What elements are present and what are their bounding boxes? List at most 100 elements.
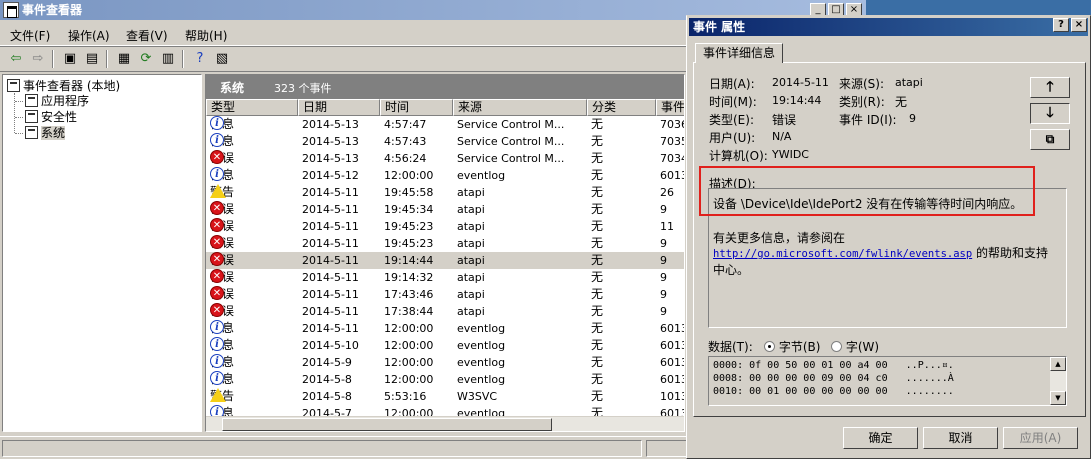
time-cell: 5:53:16 <box>384 390 427 403</box>
table-row[interactable]: i信息 2014-5-13 4:57:47 Service Control M... 无… <box>206 116 684 133</box>
error-icon: ✕ <box>210 269 224 283</box>
category-cell: 无 <box>591 134 604 148</box>
event-rows: i信息 2014-5-13 4:57:47 Service Control M... 无… <box>206 116 684 418</box>
date-cell: 2014-5-10 <box>302 339 359 352</box>
date-cell: 2014-5-11 <box>302 305 359 318</box>
log-icon <box>25 110 38 123</box>
help-icon[interactable]: ? <box>190 50 210 68</box>
tab-event-details[interactable]: 事件详细信息 <box>695 43 783 63</box>
event-cell: 1013 <box>660 390 684 403</box>
tree-item-system[interactable]: 系统 <box>25 125 66 141</box>
list-header: 系统 323 个事件 <box>206 75 684 99</box>
help-text: http://go.microsoft.com/fwlink/events.as… <box>713 246 1049 277</box>
ok-button[interactable]: 确定 <box>843 427 918 449</box>
table-row[interactable]: ✕错误 2014-5-11 17:38:44 atapi 无 9 <box>206 303 684 320</box>
radio-icon <box>764 341 775 352</box>
type-cell: i信息 <box>210 133 296 150</box>
table-row[interactable]: i信息 2014-5-10 12:00:00 eventlog 无 6013 <box>206 337 684 354</box>
time-cell: 4:57:43 <box>384 135 427 148</box>
show-tree-icon[interactable]: ▤ <box>82 50 102 68</box>
scroll-down-icon[interactable]: ▼ <box>1050 391 1066 405</box>
type-cell: ! 警告 <box>210 388 296 405</box>
bytes-radio[interactable]: 字节(B) <box>764 338 820 355</box>
apply-button[interactable]: 应用(A) <box>1003 427 1078 449</box>
table-row[interactable]: ✕错误 2014-5-11 19:45:23 atapi 无 11 <box>206 218 684 235</box>
type-cell: i信息 <box>210 167 296 184</box>
cancel-button[interactable]: 取消 <box>923 427 998 449</box>
scrollbar-thumb[interactable] <box>222 418 552 431</box>
info-icon: i <box>210 167 224 181</box>
table-row[interactable]: ! 警告 2014-5-11 19:45:58 atapi 无 26 <box>206 184 684 201</box>
tree-connector <box>15 101 23 102</box>
source-cell: eventlog <box>457 339 506 352</box>
date-value: 2014-5-11 <box>772 76 829 89</box>
data-scrollbar[interactable]: ▲ ▼ <box>1050 357 1066 405</box>
refresh-icon[interactable]: ⟳ <box>136 50 156 68</box>
type-cell: ✕错误 <box>210 252 296 269</box>
dialog-help-button[interactable]: ? <box>1053 18 1069 32</box>
forward-arrow-icon[interactable]: ⇨ <box>28 50 48 68</box>
event-cell: 11 <box>660 220 674 233</box>
table-row[interactable]: ✕错误 2014-5-11 19:45:23 atapi 无 9 <box>206 235 684 252</box>
event-cell: 9 <box>660 254 667 267</box>
error-icon: ✕ <box>210 252 224 266</box>
source-cell: eventlog <box>457 169 506 182</box>
data-box[interactable]: 0000: 0f 00 50 00 01 00 a4 00 ..P...¤. 0… <box>708 356 1067 406</box>
up-folder-icon[interactable]: ▣ <box>60 50 80 68</box>
menu-help[interactable]: 帮助(H) <box>185 27 227 44</box>
table-row[interactable]: i信息 2014-5-9 12:00:00 eventlog 无 6013 <box>206 354 684 371</box>
scroll-up-icon[interactable]: ▲ <box>1050 357 1066 371</box>
previous-event-button[interactable]: 🡑 <box>1030 77 1070 98</box>
column-header-type[interactable]: 类型 <box>206 99 298 116</box>
menu-view[interactable]: 查看(V) <box>126 27 168 44</box>
table-row[interactable]: ✕错误 2014-5-11 19:14:44 atapi 无 9 <box>206 252 684 269</box>
column-header-source[interactable]: 来源 <box>453 99 587 116</box>
horizontal-scrollbar[interactable] <box>206 416 684 431</box>
toolbar-separator <box>106 50 108 68</box>
source-cell: atapi <box>457 271 485 284</box>
column-header-time[interactable]: 时间 <box>380 99 453 116</box>
table-row[interactable]: i信息 2014-5-8 12:00:00 eventlog 无 6013 <box>206 371 684 388</box>
words-radio[interactable]: 字(W) <box>831 338 879 355</box>
table-row[interactable]: i信息 2014-5-12 12:00:00 eventlog 无 6013 <box>206 167 684 184</box>
table-row[interactable]: ✕错误 2014-5-11 17:43:46 atapi 无 9 <box>206 286 684 303</box>
error-icon: ✕ <box>210 303 224 317</box>
next-event-button[interactable]: 🡓 <box>1030 103 1070 124</box>
tree-root[interactable]: 事件查看器 (本地) <box>7 78 120 94</box>
category-cell: 无 <box>591 338 604 352</box>
event-cell: 6013 <box>660 356 684 369</box>
menu-file[interactable]: 文件(F) <box>10 27 50 44</box>
tree-item-security[interactable]: 安全性 <box>25 109 77 125</box>
column-header-category[interactable]: 分类 <box>587 99 656 116</box>
help-link[interactable]: http://go.microsoft.com/fwlink/events.as… <box>713 248 972 260</box>
tree-item-application[interactable]: 应用程序 <box>25 93 89 109</box>
toolbar-separator <box>52 50 54 68</box>
type-cell: ✕错误 <box>210 286 296 303</box>
copy-button[interactable]: ⧉ <box>1030 129 1070 150</box>
type-cell: ✕错误 <box>210 150 296 167</box>
event-cell: 9 <box>660 271 667 284</box>
source-cell: atapi <box>457 186 485 199</box>
dialog-close-button[interactable]: × <box>1071 18 1087 32</box>
status-pane <box>2 440 642 457</box>
console-icon[interactable]: ▧ <box>212 50 232 68</box>
table-row[interactable]: ✕错误 2014-5-11 19:45:34 atapi 无 9 <box>206 201 684 218</box>
type-cell: ✕错误 <box>210 235 296 252</box>
table-row[interactable]: !警告 2014-5-8 5:53:16 W3SVC 无 1013 <box>206 388 684 405</box>
table-row[interactable]: i信息 2014-5-13 4:57:43 Service Control M... 无… <box>206 133 684 150</box>
table-row[interactable]: i信息 2014-5-11 12:00:00 eventlog 无 6013 <box>206 320 684 337</box>
column-header-event[interactable]: 事件 <box>656 99 684 116</box>
column-header-date[interactable]: 日期 <box>298 99 380 116</box>
table-row[interactable]: ✕错误 2014-5-11 19:14:32 atapi 无 9 <box>206 269 684 286</box>
category-cell: 无 <box>591 168 604 182</box>
table-row[interactable]: ✕错误 2014-5-13 4:56:24 Service Control M... 无… <box>206 150 684 167</box>
toolbar-separator <box>182 50 184 68</box>
properties-icon[interactable]: ▦ <box>114 50 134 68</box>
time-cell: 19:14:32 <box>384 271 434 284</box>
date-cell: 2014-5-11 <box>302 186 359 199</box>
type-cell: i信息 <box>210 337 296 354</box>
export-icon[interactable]: ▥ <box>158 50 178 68</box>
time-cell: 17:43:46 <box>384 288 434 301</box>
back-arrow-icon[interactable]: ⇦ <box>6 50 26 68</box>
menu-action[interactable]: 操作(A) <box>68 27 110 44</box>
